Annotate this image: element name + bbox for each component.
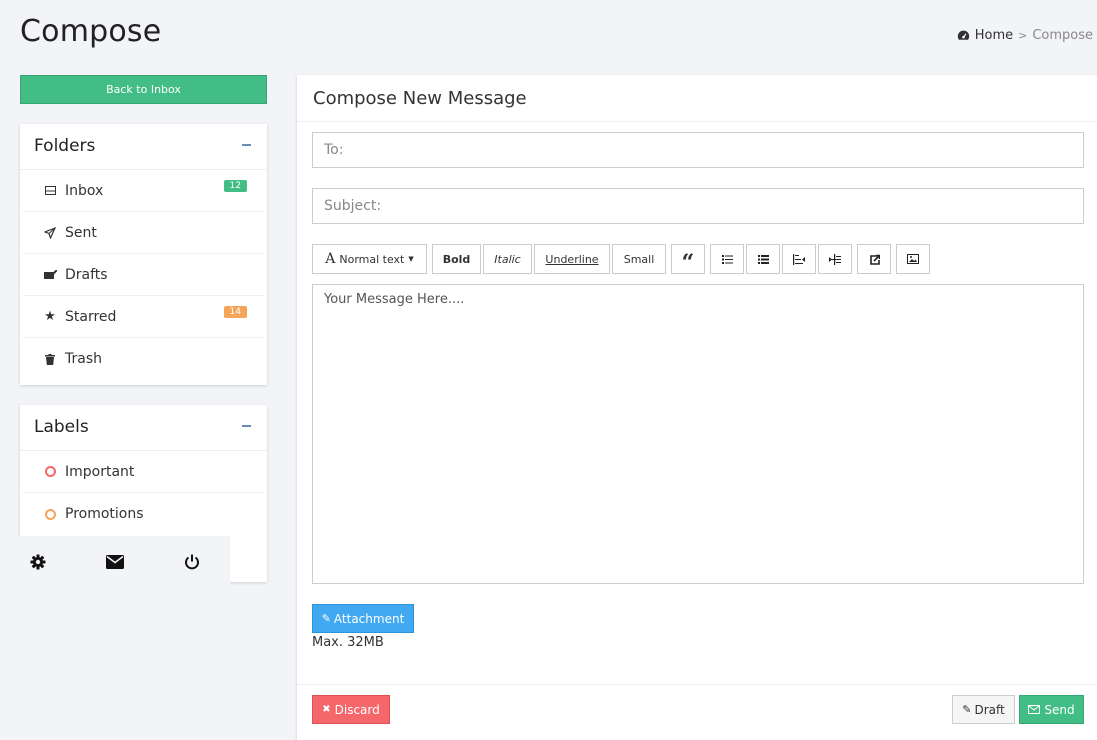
- trash-icon: [43, 353, 57, 365]
- folder-label: Inbox: [65, 182, 104, 199]
- folder-item-drafts[interactable]: Drafts: [23, 254, 264, 296]
- font-style-label: Normal text: [339, 252, 405, 266]
- font-style-dropdown[interactable]: A Normal text ▼: [312, 244, 427, 274]
- subject-field[interactable]: [312, 188, 1084, 224]
- folder-label: Trash: [65, 351, 102, 367]
- italic-button[interactable]: Italic: [483, 244, 532, 274]
- caret-down-icon: ▼: [408, 255, 414, 263]
- folders-card: Folders Inbox 12 Sent Drafts ★ Starred 1…: [20, 124, 267, 385]
- blockquote-button[interactable]: “: [671, 244, 705, 274]
- folder-label: Drafts: [65, 266, 108, 283]
- to-field[interactable]: [312, 132, 1084, 168]
- breadcrumb: Home > Compose: [957, 28, 1093, 43]
- folders-title: Folders: [34, 136, 96, 156]
- starred-count-badge: 14: [223, 306, 247, 318]
- collapse-icon[interactable]: [242, 425, 251, 427]
- small-button[interactable]: Small: [612, 244, 666, 274]
- outdent-button[interactable]: [782, 244, 816, 274]
- ordered-list-button[interactable]: [746, 244, 780, 274]
- unread-count-badge: 12: [223, 180, 247, 192]
- insert-image-button[interactable]: [896, 244, 930, 274]
- indent-icon: [829, 253, 841, 265]
- send-label: Send: [1044, 702, 1075, 717]
- discard-button[interactable]: ✖ Discard: [312, 695, 390, 724]
- gear-icon[interactable]: [0, 554, 77, 570]
- image-icon: [907, 254, 919, 264]
- label-item-promotions[interactable]: Promotions: [23, 493, 264, 535]
- envelope-icon: [1028, 705, 1041, 714]
- folder-item-sent[interactable]: Sent: [23, 212, 264, 254]
- star-icon: ★: [44, 309, 56, 324]
- share-icon: [869, 254, 880, 265]
- envelope-pen-icon: [43, 269, 57, 280]
- divider: [297, 684, 1097, 685]
- labels-header: Labels: [20, 405, 267, 451]
- pencil-icon: ✎: [962, 703, 972, 716]
- quote-icon: “: [681, 250, 695, 276]
- envelope-icon[interactable]: [77, 555, 154, 569]
- folders-header: Folders: [20, 124, 267, 170]
- inbox-icon: [43, 186, 57, 195]
- breadcrumb-separator: >: [1018, 29, 1028, 42]
- unordered-list-button[interactable]: [710, 244, 744, 274]
- close-icon: ✖: [322, 704, 331, 715]
- breadcrumb-current: Compose: [1032, 28, 1093, 43]
- attachment-button[interactable]: ✎ Attachment: [312, 604, 414, 633]
- outdent-icon: [793, 253, 805, 265]
- folder-label: Starred: [65, 308, 117, 325]
- page-title: Compose: [20, 14, 162, 49]
- circle-icon: [43, 508, 57, 520]
- paper-plane-icon: [43, 226, 57, 239]
- discard-label: Discard: [334, 702, 380, 717]
- list-ol-icon: [757, 254, 769, 264]
- editor-toolbar: A Normal text ▼ Bold Italic Underline Sm…: [312, 244, 930, 274]
- dashboard-icon: [957, 30, 969, 40]
- font-a-icon: A: [325, 251, 336, 267]
- folder-label: Sent: [65, 224, 97, 241]
- folder-item-inbox[interactable]: Inbox 12: [23, 170, 264, 212]
- list-ul-icon: [721, 254, 733, 264]
- indent-button[interactable]: [818, 244, 852, 274]
- link-button[interactable]: [857, 244, 891, 274]
- draft-button[interactable]: ✎ Draft: [952, 695, 1015, 724]
- labels-title: Labels: [34, 417, 89, 437]
- folder-item-trash[interactable]: Trash: [23, 338, 264, 380]
- compose-title: Compose New Message: [297, 75, 1097, 122]
- bold-button[interactable]: Bold: [432, 244, 481, 274]
- sidebar-bottom-bar: [0, 536, 230, 588]
- compose-card: Compose New Message A Normal text ▼ Bold…: [297, 75, 1097, 740]
- draft-label: Draft: [974, 702, 1005, 717]
- label-name: Promotions: [65, 506, 144, 522]
- power-icon[interactable]: [153, 554, 230, 570]
- back-to-inbox-button[interactable]: Back to Inbox: [20, 75, 267, 104]
- folder-item-starred[interactable]: ★ Starred 14: [23, 296, 264, 338]
- send-button[interactable]: Send: [1019, 695, 1084, 724]
- message-body[interactable]: [312, 284, 1084, 584]
- circle-icon: [43, 466, 57, 477]
- label-item-important[interactable]: Important: [23, 451, 264, 493]
- breadcrumb-home[interactable]: Home: [975, 28, 1013, 43]
- collapse-icon[interactable]: [242, 144, 251, 146]
- underline-button[interactable]: Underline: [534, 244, 610, 274]
- attachment-label: Attachment: [333, 611, 405, 626]
- paperclip-icon: ✎: [321, 612, 331, 625]
- label-name: Important: [65, 463, 135, 480]
- max-size-note: Max. 32MB: [312, 635, 384, 650]
